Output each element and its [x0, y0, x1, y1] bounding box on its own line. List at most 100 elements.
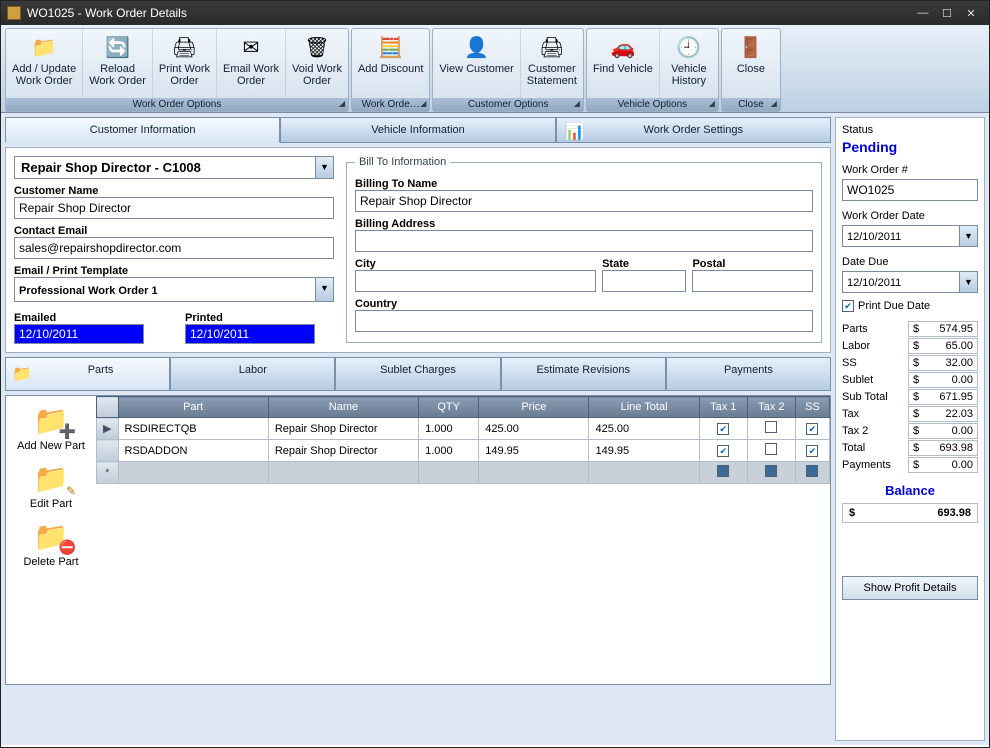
ribbon-button[interactable]: 👤View Customer	[433, 29, 520, 98]
close-window-button[interactable]: ✕	[959, 7, 983, 20]
ribbon-group-label: Customer Options◢	[433, 98, 583, 111]
customer-name-label: Customer Name	[14, 185, 334, 197]
toolbar-icon: 📁	[29, 33, 59, 61]
add-new-part-button[interactable]: 📁➕ Add New Part	[10, 400, 92, 454]
contact-email-input[interactable]	[14, 237, 334, 259]
row-selector[interactable]: ▶	[97, 418, 119, 440]
ribbon-button[interactable]: 🧮Add Discount	[352, 29, 429, 98]
dialog-launcher-icon[interactable]: ◢	[339, 99, 345, 108]
tax2-checkbox[interactable]	[747, 418, 795, 440]
maximize-button[interactable]: ☐	[935, 7, 959, 20]
ribbon-button[interactable]: 🕘Vehicle History	[660, 29, 718, 98]
chevron-down-icon[interactable]: ▼	[315, 157, 333, 178]
ribbon-button[interactable]: 🖨Print Work Order	[153, 29, 217, 98]
customer-select[interactable]: Repair Shop Director - C1008 ▼	[14, 156, 334, 179]
template-select[interactable]: Professional Work Order 1 ▼	[14, 277, 334, 302]
ss-checkbox[interactable]: ✔	[795, 440, 829, 462]
ribbon-group-label: Work Orde…◢	[352, 98, 429, 111]
wo-date-select[interactable]: 12/10/2011▼	[842, 225, 978, 247]
customer-name-input[interactable]	[14, 197, 334, 219]
ribbon-button[interactable]: ✉Email Work Order	[217, 29, 286, 98]
totals-label: Labor	[842, 340, 870, 352]
ribbon-button[interactable]: 📁Add / Update Work Order	[6, 29, 83, 98]
ss-checkbox[interactable]: ✔	[795, 418, 829, 440]
state-input[interactable]	[602, 270, 686, 292]
edit-part-button[interactable]: 📁✎ Edit Part	[10, 458, 92, 512]
delete-part-label: Delete Part	[23, 556, 78, 568]
column-header[interactable]: Line Total	[589, 397, 699, 418]
wo-number-input[interactable]	[842, 179, 978, 201]
column-header[interactable]: Name	[268, 397, 418, 418]
tab-bottom[interactable]: Estimate Revisions	[501, 357, 666, 391]
totals-row: SS$32.00	[842, 355, 978, 371]
tax1-checkbox[interactable]: ✔	[699, 440, 747, 462]
table-row[interactable]: RSDADDONRepair Shop Director1.000149.951…	[97, 440, 830, 462]
tax1-checkbox[interactable]: ✔	[699, 418, 747, 440]
column-header[interactable]: QTY	[419, 397, 479, 418]
ribbon-button-label: Close	[737, 63, 765, 75]
chevron-down-icon[interactable]: ▼	[959, 226, 977, 246]
column-header[interactable]: Price	[479, 397, 589, 418]
dialog-launcher-icon[interactable]: ◢	[771, 99, 777, 108]
tab-top[interactable]: Customer Information	[5, 117, 280, 143]
column-header[interactable]: Tax 1	[699, 397, 747, 418]
ribbon-button-label: Customer Statement	[527, 63, 577, 87]
tab-top[interactable]: Vehicle Information	[280, 117, 555, 143]
ribbon-group: 🧮Add DiscountWork Orde…◢	[351, 28, 430, 112]
ribbon-button[interactable]: 🚪Close	[722, 29, 780, 98]
billing-address-input[interactable]	[355, 230, 813, 252]
printed-value[interactable]: 12/10/2011	[185, 324, 315, 344]
table-row[interactable]: ▶RSDIRECTQBRepair Shop Director1.000425.…	[97, 418, 830, 440]
folder-delete-icon: 📁⛔	[30, 518, 72, 554]
show-profit-button[interactable]: Show Profit Details	[842, 576, 978, 600]
emailed-value[interactable]: 12/10/2011	[14, 324, 144, 344]
ribbon: 📁Add / Update Work Order🔄Reload Work Ord…	[1, 25, 989, 113]
print-due-date-checkbox[interactable]: ✔ Print Due Date	[842, 300, 978, 312]
status-value: Pending	[842, 139, 978, 155]
ribbon-button[interactable]: 🗑Void Work Order	[286, 29, 348, 98]
chevron-down-icon[interactable]: ▼	[959, 272, 977, 292]
billing-name-input[interactable]	[355, 190, 813, 212]
ribbon-button[interactable]: 🔄Reload Work Order	[83, 29, 153, 98]
country-label: Country	[355, 298, 813, 310]
column-header[interactable]: Part	[118, 397, 268, 418]
postal-input[interactable]	[692, 270, 813, 292]
dialog-launcher-icon[interactable]: ◢	[574, 99, 580, 108]
dialog-launcher-icon[interactable]: ◢	[709, 99, 715, 108]
ribbon-button-label: Add Discount	[358, 63, 423, 75]
totals-label: Sub Total	[842, 391, 888, 403]
chart-icon: 📊	[565, 122, 585, 142]
city-input[interactable]	[355, 270, 596, 292]
totals-amount: $0.00	[908, 372, 978, 388]
tab-bottom[interactable]: Labor	[170, 357, 335, 391]
country-input[interactable]	[355, 310, 813, 332]
delete-part-button[interactable]: 📁⛔ Delete Part	[10, 516, 92, 570]
chevron-down-icon[interactable]: ▼	[315, 278, 333, 301]
row-selector[interactable]	[97, 440, 119, 462]
totals-label: SS	[842, 357, 857, 369]
ribbon-button[interactable]: 🖨Customer Statement	[521, 29, 583, 98]
totals-row: Sublet$0.00	[842, 372, 978, 388]
tab-bottom[interactable]: Payments	[666, 357, 831, 391]
totals-label: Tax 2	[842, 425, 868, 437]
billing-name-label: Billing To Name	[355, 178, 813, 190]
toolbar-icon: 🔄	[103, 33, 133, 61]
new-row[interactable]: *	[97, 462, 830, 484]
totals-amount: $693.98	[908, 440, 978, 456]
date-due-select[interactable]: 12/10/2011▼	[842, 271, 978, 293]
folder-add-icon: 📁➕	[30, 402, 72, 438]
ribbon-button[interactable]: 🚗Find Vehicle	[587, 29, 660, 98]
minimize-button[interactable]: —	[911, 7, 935, 19]
customer-heading: Repair Shop Director - C1008	[19, 156, 203, 179]
edit-part-label: Edit Part	[30, 498, 72, 510]
tab-top[interactable]: 📊Work Order Settings	[556, 117, 831, 143]
column-header[interactable]: SS	[795, 397, 829, 418]
tax2-checkbox[interactable]	[747, 440, 795, 462]
top-tabs: Customer InformationVehicle Information📊…	[5, 117, 831, 143]
tab-bottom[interactable]: 📁Parts	[5, 357, 170, 391]
tab-bottom[interactable]: Sublet Charges	[335, 357, 500, 391]
dialog-launcher-icon[interactable]: ◢	[420, 99, 426, 108]
column-header[interactable]: Tax 2	[747, 397, 795, 418]
totals-row: Sub Total$671.95	[842, 389, 978, 405]
parts-grid[interactable]: PartNameQTYPriceLine TotalTax 1Tax 2SS▶R…	[96, 396, 830, 684]
